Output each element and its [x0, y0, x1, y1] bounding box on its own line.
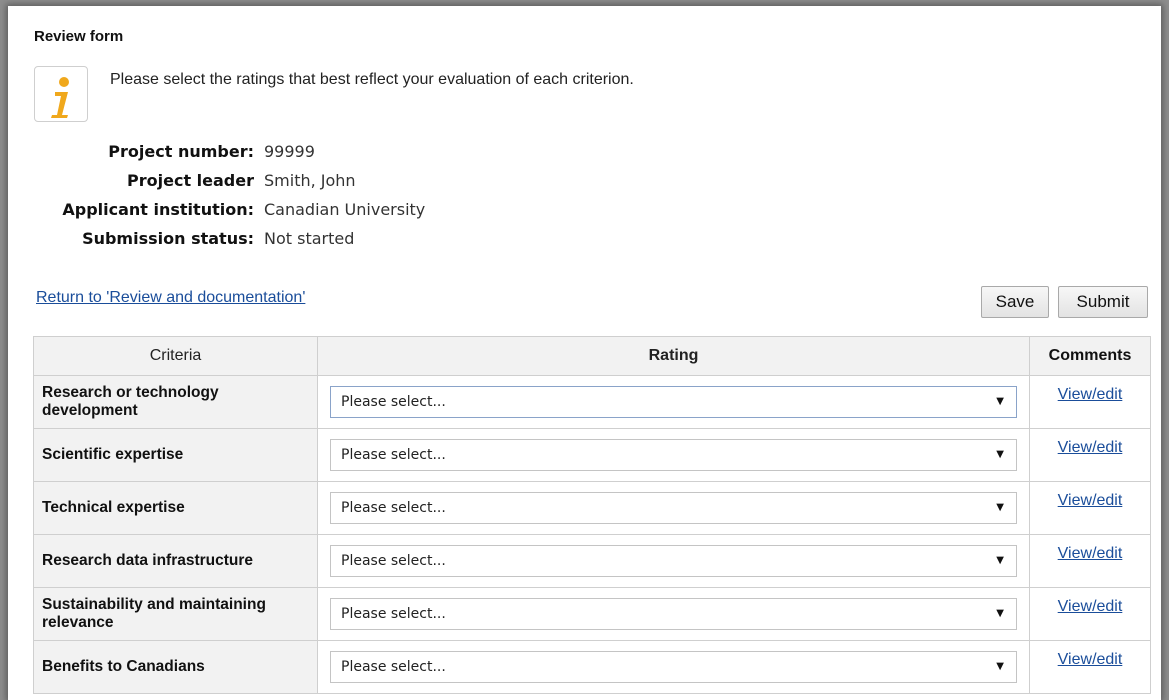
view-edit-comment-link[interactable]: View/edit	[1058, 492, 1123, 509]
table-row: Sustainability and maintaining relevance…	[33, 587, 1151, 641]
comments-cell: View/edit	[1029, 640, 1151, 694]
rating-select[interactable]: Please select... ▼	[330, 439, 1017, 471]
table-row: Research or technology development Pleas…	[33, 375, 1151, 429]
rating-select[interactable]: Please select... ▼	[330, 651, 1017, 683]
criterion-label: Research data infrastructure	[33, 534, 318, 588]
comments-cell: View/edit	[1029, 428, 1151, 482]
page-title: Review form	[34, 28, 124, 45]
rating-select-value: Please select...	[341, 553, 446, 569]
project-details: Project number: 99999 Project leader Smi…	[8, 142, 508, 258]
applicant-institution-value: Canadian University	[264, 200, 426, 219]
info-icon	[34, 66, 88, 122]
project-leader-value: Smith, John	[264, 171, 356, 190]
dropdown-arrow-icon: ▼	[996, 608, 1004, 619]
table-row: Technical expertise Please select... ▼ V…	[33, 481, 1151, 535]
table-row: Benefits to Canadians Please select... ▼…	[33, 640, 1151, 694]
view-edit-comment-link[interactable]: View/edit	[1058, 598, 1123, 615]
rating-cell: Please select... ▼	[317, 375, 1030, 429]
rating-select-value: Please select...	[341, 447, 446, 463]
applicant-institution-label: Applicant institution:	[62, 200, 254, 219]
applicant-institution-row: Applicant institution: Canadian Universi…	[8, 200, 508, 229]
rating-select-value: Please select...	[341, 394, 446, 410]
dropdown-arrow-icon: ▼	[996, 449, 1004, 460]
criterion-label: Benefits to Canadians	[33, 640, 318, 694]
rating-cell: Please select... ▼	[317, 481, 1030, 535]
dropdown-arrow-icon: ▼	[996, 555, 1004, 566]
comments-cell: View/edit	[1029, 587, 1151, 641]
rating-cell: Please select... ▼	[317, 587, 1030, 641]
rating-cell: Please select... ▼	[317, 428, 1030, 482]
view-edit-comment-link[interactable]: View/edit	[1058, 651, 1123, 668]
return-to-review-link[interactable]: Return to 'Review and documentation'	[36, 289, 305, 307]
table-header-row: Criteria Rating Comments	[33, 336, 1151, 376]
comments-cell: View/edit	[1029, 534, 1151, 588]
rating-select[interactable]: Please select... ▼	[330, 492, 1017, 524]
criteria-column-header: Criteria	[33, 336, 318, 376]
view-edit-comment-link[interactable]: View/edit	[1058, 545, 1123, 562]
project-number-label: Project number:	[108, 142, 254, 161]
comments-cell: View/edit	[1029, 481, 1151, 535]
criterion-label: Scientific expertise	[33, 428, 318, 482]
rating-select-value: Please select...	[341, 500, 446, 516]
view-edit-comment-link[interactable]: View/edit	[1058, 386, 1123, 403]
view-edit-comment-link[interactable]: View/edit	[1058, 439, 1123, 456]
rating-select[interactable]: Please select... ▼	[330, 598, 1017, 630]
comments-cell: View/edit	[1029, 375, 1151, 429]
info-message: Please select the ratings that best refl…	[110, 71, 634, 88]
criteria-table: Criteria Rating Comments Research or tec…	[33, 336, 1151, 694]
dropdown-arrow-icon: ▼	[996, 661, 1004, 672]
rating-select[interactable]: Please select... ▼	[330, 386, 1017, 418]
submission-status-value: Not started	[264, 229, 355, 248]
rating-select-value: Please select...	[341, 659, 446, 675]
project-leader-row: Project leader Smith, John	[8, 171, 508, 200]
comments-column-header: Comments	[1029, 336, 1151, 376]
project-leader-label: Project leader	[127, 171, 254, 190]
rating-column-header: Rating	[317, 336, 1030, 376]
criterion-label: Technical expertise	[33, 481, 318, 535]
criterion-label: Sustainability and maintaining relevance	[33, 587, 318, 641]
save-button[interactable]: Save	[981, 286, 1049, 318]
rating-select-value: Please select...	[341, 606, 446, 622]
dropdown-arrow-icon: ▼	[996, 502, 1004, 513]
dropdown-arrow-icon: ▼	[996, 396, 1004, 407]
rating-select[interactable]: Please select... ▼	[330, 545, 1017, 577]
rating-cell: Please select... ▼	[317, 640, 1030, 694]
rating-cell: Please select... ▼	[317, 534, 1030, 588]
review-form-panel: Review form Please select the ratings th…	[8, 6, 1161, 700]
submission-status-label: Submission status:	[82, 229, 254, 248]
table-row: Research data infrastructure Please sele…	[33, 534, 1151, 588]
table-row: Scientific expertise Please select... ▼ …	[33, 428, 1151, 482]
submit-button[interactable]: Submit	[1058, 286, 1148, 318]
submission-status-row: Submission status: Not started	[8, 229, 508, 258]
project-number-value: 99999	[264, 142, 315, 161]
project-number-row: Project number: 99999	[8, 142, 508, 171]
criterion-label: Research or technology development	[33, 375, 318, 429]
